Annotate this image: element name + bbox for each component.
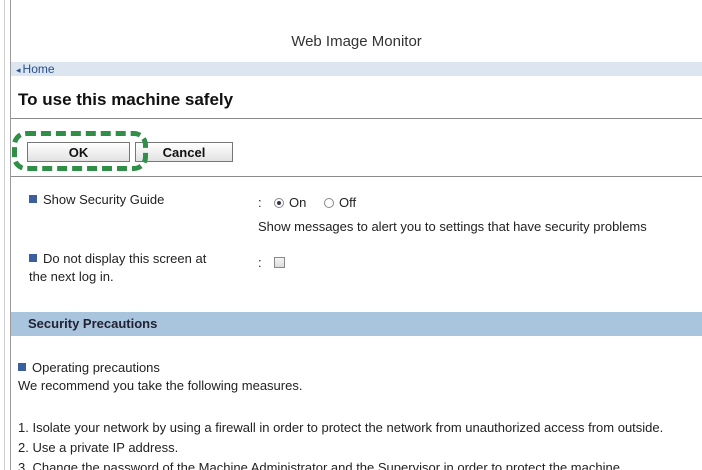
page-title: To use this machine safely — [18, 90, 234, 109]
window-title: Web Image Monitor — [11, 22, 702, 63]
security-guide-label: Show Security Guide — [29, 191, 164, 209]
bullet-square-icon — [18, 363, 26, 371]
list-item: 1. Isolate your network by using a firew… — [18, 420, 664, 435]
nav-bar: ◂ Home — [11, 62, 702, 76]
colon: : — [258, 195, 262, 210]
security-guide-description: Show messages to alert you to settings t… — [258, 219, 647, 234]
precautions-heading: Operating precautions — [18, 360, 160, 375]
security-guide-off-label: Off — [339, 195, 357, 210]
precautions-intro: We recommend you take the following meas… — [18, 378, 303, 393]
back-arrow-icon: ◂ — [16, 65, 21, 75]
dont-display-label: Do not display this screen at the next lo… — [29, 251, 207, 284]
divider — [11, 118, 702, 119]
ok-button[interactable]: OK — [27, 142, 130, 162]
bullet-square-icon — [29, 254, 37, 262]
bullet-square-icon — [29, 195, 37, 203]
security-guide-on-label: On — [289, 195, 307, 210]
colon: : — [258, 255, 262, 270]
home-link-label: Home — [22, 62, 55, 76]
security-guide-off-radio[interactable] — [324, 198, 334, 208]
list-item: 3. Change the password of the Machine Ad… — [18, 460, 624, 470]
divider — [11, 176, 702, 177]
window-frame-left — [0, 0, 11, 470]
list-item: 2. Use a private IP address. — [18, 440, 179, 455]
section-header: Security Precautions — [11, 312, 702, 336]
dont-display-checkbox[interactable] — [274, 257, 285, 268]
cancel-button[interactable]: Cancel — [135, 142, 233, 162]
browser-window: Web Image Monitor ◂ Home To use this mach… — [0, 0, 702, 470]
home-link[interactable]: ◂ Home — [16, 62, 55, 77]
security-guide-on-radio[interactable] — [274, 198, 284, 208]
